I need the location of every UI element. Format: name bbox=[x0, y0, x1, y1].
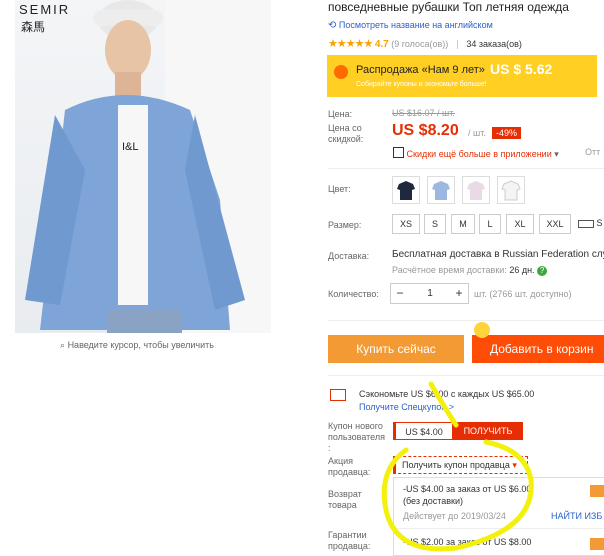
chevron-down-icon: ▾ bbox=[554, 149, 559, 159]
divider bbox=[328, 320, 604, 321]
product-image[interactable]: SEMIR 森馬 I&L bbox=[15, 0, 271, 333]
size-option-m[interactable]: M bbox=[451, 214, 475, 234]
sale-banner-subtext: Собирайте купоны и экономьте больше! bbox=[356, 81, 487, 88]
sale-banner[interactable] bbox=[327, 55, 597, 97]
translate-icon: ⟲ bbox=[328, 20, 337, 31]
product-title: повседневные рубашки Топ летняя одежда bbox=[328, 0, 569, 14]
model-photo: I&L bbox=[25, 0, 271, 333]
coupon-icon bbox=[330, 389, 346, 401]
orders-count: 34 заказа(ов) bbox=[466, 39, 522, 49]
size-option-xxl[interactable]: XXL bbox=[539, 214, 571, 234]
app-discount[interactable]: Скидки ещё больше в приложении ▾ bbox=[393, 147, 559, 160]
sale-icon bbox=[334, 65, 348, 79]
delivery-label: Доставка: bbox=[328, 251, 370, 261]
rating-score: 4.7 bbox=[374, 39, 389, 50]
stock-info: шт. (2766 шт. доступно) bbox=[474, 289, 572, 299]
divider bbox=[328, 168, 604, 169]
size-label: Размер: bbox=[328, 220, 362, 230]
return-label: Возврат товара bbox=[328, 489, 362, 510]
rating: ★★★★★ 4.7 (9 голоса(ов)) 34 заказа(ов) bbox=[328, 37, 522, 50]
rating-votes[interactable]: (9 голоса(ов)) bbox=[391, 39, 448, 49]
delivery-time: Расчётное время доставки: 26 дн. ? bbox=[392, 265, 548, 276]
find-items-link[interactable]: НАЙТИ ИЗБ bbox=[551, 511, 602, 521]
guarantee-label: Гарантии продавца: bbox=[328, 530, 371, 551]
color-swatch-navy[interactable] bbox=[392, 176, 420, 204]
qr-code-icon bbox=[393, 147, 404, 158]
price-unit: / шт. bbox=[468, 128, 486, 138]
sale-banner-price: US $ 5.62 bbox=[490, 61, 553, 77]
discount-price-label: Цена со скидкой: bbox=[328, 123, 364, 144]
color-swatch-blue[interactable] bbox=[427, 176, 455, 204]
color-label: Цвет: bbox=[328, 184, 351, 194]
ruler-icon bbox=[578, 219, 594, 228]
delivery-text[interactable]: Бесплатная доставка в Russian Federation… bbox=[392, 249, 604, 260]
quantity-label: Количество: bbox=[328, 289, 379, 299]
sale-banner-text: Распродажа «Нам 9 лет» bbox=[356, 64, 485, 76]
seller-promo-label: Акция продавца: bbox=[328, 456, 371, 477]
size-option-l[interactable]: L bbox=[479, 214, 501, 234]
color-swatch-white[interactable] bbox=[497, 176, 525, 204]
quantity-increase-button[interactable]: + bbox=[450, 284, 468, 303]
highlight-annotation bbox=[381, 381, 534, 552]
size-option-xs[interactable]: XS bbox=[392, 214, 420, 234]
coin-icon bbox=[474, 322, 490, 338]
size-option-xl[interactable]: XL bbox=[506, 214, 534, 234]
divider bbox=[328, 375, 604, 376]
svg-text:I&L: I&L bbox=[122, 141, 139, 153]
star-rating-icon: ★★★★★ bbox=[328, 38, 373, 50]
size-option-s[interactable]: S bbox=[424, 214, 446, 234]
buy-now-button[interactable]: Купить сейчас bbox=[328, 335, 464, 363]
discount-badge: -49% bbox=[492, 127, 522, 139]
quantity-stepper: − 1 + bbox=[390, 283, 469, 304]
quantity-input[interactable]: 1 bbox=[411, 284, 449, 303]
coupon-get-button[interactable] bbox=[590, 485, 604, 497]
add-to-cart-button[interactable]: Добавить в корзин bbox=[472, 335, 604, 363]
price-label: Цена: bbox=[328, 109, 353, 119]
help-icon[interactable]: ? bbox=[537, 266, 548, 276]
color-swatch-pink[interactable] bbox=[462, 176, 490, 204]
zoom-hint: ⌕ Наведите курсор, чтобы увеличить bbox=[60, 340, 214, 350]
search-icon: ⌕ bbox=[60, 340, 66, 350]
quantity-decrease-button[interactable]: − bbox=[391, 284, 409, 303]
app-discount-more[interactable]: Отт bbox=[585, 147, 600, 157]
coupon-get-button[interactable] bbox=[590, 538, 604, 550]
discount-price: US $8.20 bbox=[392, 122, 459, 139]
size-guide[interactable]: S bbox=[578, 214, 604, 232]
translate-link[interactable]: ⟲ Посмотреть название на английском bbox=[328, 20, 493, 31]
old-price: US $16.07 / шт. bbox=[392, 108, 455, 118]
